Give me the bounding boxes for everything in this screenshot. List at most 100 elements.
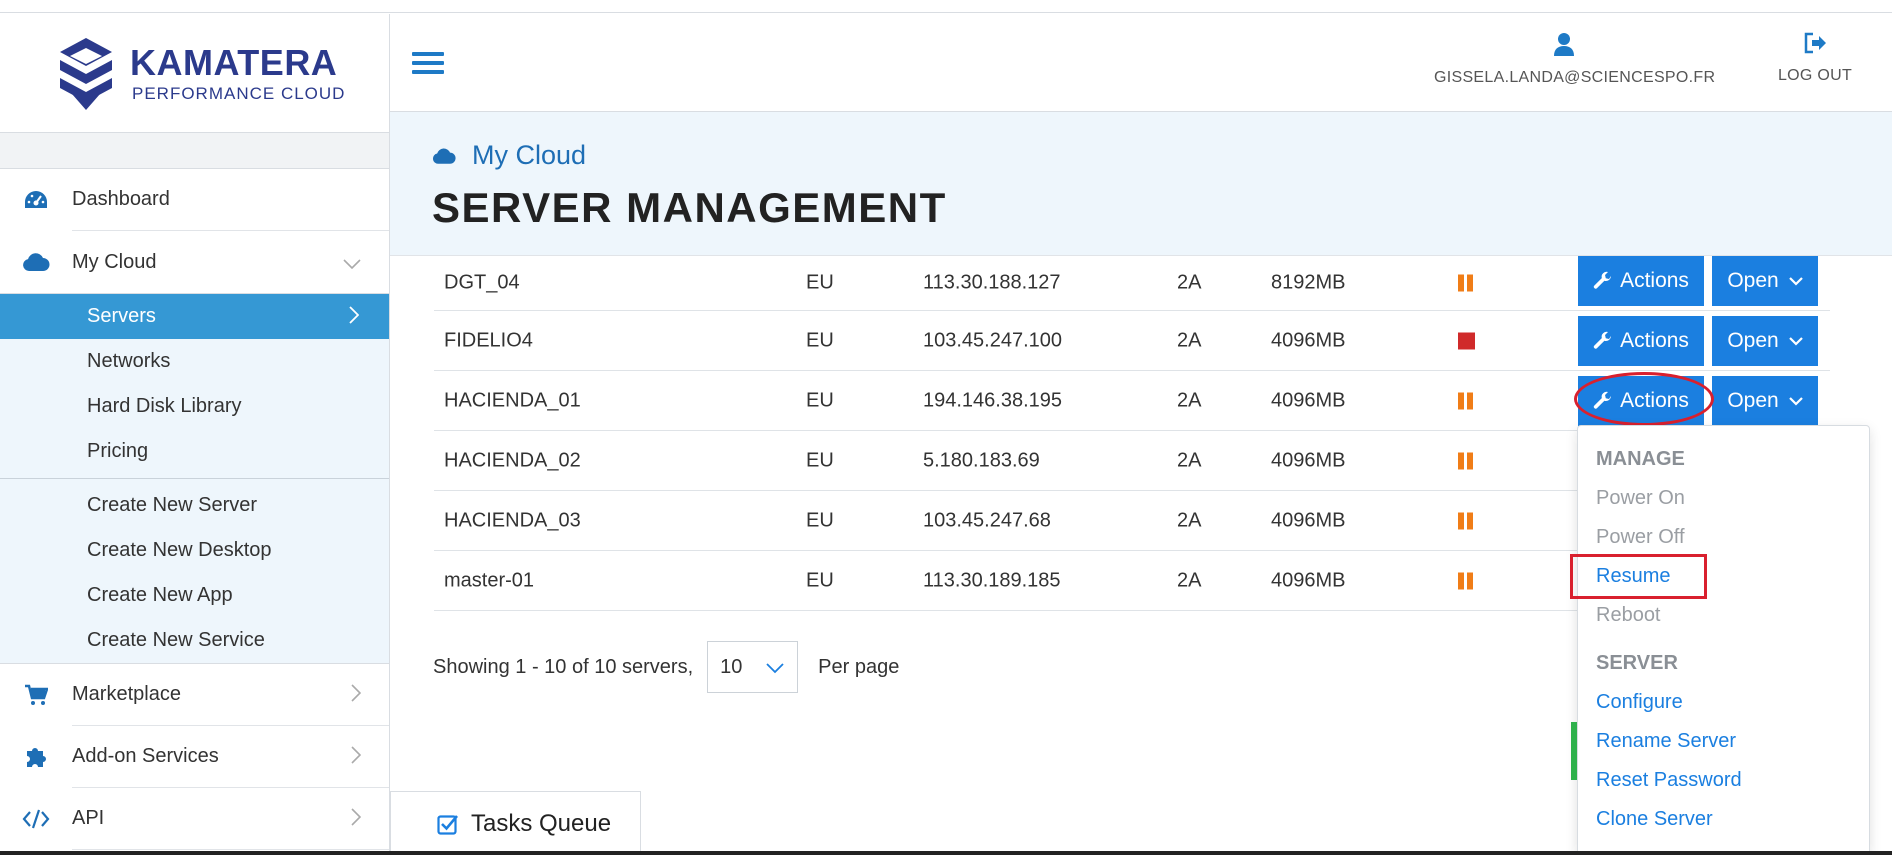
sidebar-spacer [0,133,389,169]
sidebar-item-label: Create New App [87,584,233,606]
actions-dropdown-menu: MANAGE Power On Power Off Resume Reboot … [1577,425,1870,855]
user-profile[interactable]: GISSELA.LANDA@SCIENCESPO.FR [1434,32,1716,87]
server-ram: 8192MB [1271,271,1346,294]
page-title: SERVER MANAGEMENT [432,184,947,231]
my-cloud-submenu: Servers Networks Hard Disk Library Prici… [0,293,389,664]
paused-status-icon [1458,452,1473,469]
bottom-border [0,851,1892,855]
pagination-summary: Showing 1 - 10 of 10 servers, [433,655,694,678]
paused-status-icon [1458,392,1473,409]
sidebar-item-servers[interactable]: Servers [0,294,389,339]
table-row[interactable]: DGT_04 EU 113.30.188.127 2A 8192MB Actions Ope… [434,256,1830,311]
chevron-right-icon [351,806,362,832]
sidebar-item-my-cloud[interactable]: My Cloud [23,231,389,293]
menu-item-power-off[interactable]: Power Off [1596,526,1685,549]
chevron-right-icon [351,682,362,708]
menu-section-server: SERVER [1596,652,1678,674]
top-header: GISSELA.LANDA@SCIENCESPO.FR LOG OUT [390,14,1892,112]
notification-indicator [1571,722,1577,780]
chevron-down-icon [766,663,784,674]
actions-label: Actions [1620,329,1689,352]
pagination: Showing 1 - 10 of 10 servers, 10 Per pag… [433,641,899,693]
menu-item-reboot[interactable]: Reboot [1596,604,1661,627]
cloud-icon [22,248,50,276]
chevron-right-icon [351,744,362,770]
kamatera-logo-icon [60,38,112,110]
chevron-down-icon [1788,397,1803,406]
brand-title: KAMATERA [130,42,338,83]
server-location: EU [806,271,834,294]
chevron-right-icon [349,304,360,330]
user-icon [1554,33,1574,56]
server-cpu: 2A [1177,569,1202,591]
cloud-icon [432,148,456,164]
sidebar-item-label: Add-on Services [72,745,219,767]
puzzle-icon [22,743,50,771]
sidebar-item-create-new-service[interactable]: Create New Service [0,618,389,663]
hamburger-menu-icon[interactable] [412,52,444,76]
sidebar-item-dashboard[interactable]: Dashboard [25,169,389,231]
logout-button[interactable]: LOG OUT [1760,32,1870,85]
sidebar-item-label: Create New Desktop [87,539,272,561]
sidebar-item-label: Create New Service [87,629,265,651]
menu-item-clone-server[interactable]: Clone Server [1596,808,1713,831]
open-button[interactable]: Open [1712,256,1818,306]
paused-status-icon [1458,274,1473,292]
cart-icon [22,681,50,709]
server-cpu: 2A [1177,271,1202,294]
chevron-down-icon [343,249,361,275]
table-row[interactable]: FIDELIO4 EU 103.45.247.100 2A 4096MB Actions O… [434,311,1830,371]
page: KAMATERA PERFORMANCE CLOUD Dashboard My … [0,0,1892,855]
top-border [0,0,1892,13]
actions-button[interactable]: Actions [1578,256,1704,306]
open-button[interactable]: Open [1712,316,1818,366]
dashboard-icon [22,186,50,214]
per-page-select[interactable]: 10 [707,641,799,693]
sidebar-item-marketplace[interactable]: Marketplace [25,664,389,726]
user-email: GISSELA.LANDA@SCIENCESPO.FR [1434,69,1716,86]
sidebar-item-label: My Cloud [72,250,157,273]
menu-item-power-on[interactable]: Power On [1596,487,1685,510]
server-ip: 103.45.247.100 [923,329,1063,351]
sidebar-item-networks[interactable]: Networks [0,339,389,384]
server-cpu: 2A [1177,389,1202,411]
server-ram: 4096MB [1271,329,1346,351]
chevron-down-icon [1788,337,1803,346]
open-button[interactable]: Open [1712,376,1818,426]
sidebar-item-create-new-desktop[interactable]: Create New Desktop [0,528,389,573]
sidebar-item-create-new-app[interactable]: Create New App [0,573,389,618]
sidebar-item-create-new-server[interactable]: Create New Server [0,483,389,528]
server-name: DGT_04 [444,271,520,294]
checkbox-checked-icon [437,814,458,835]
menu-item-rename-server[interactable]: Rename Server [1596,730,1736,753]
server-ram: 4096MB [1271,449,1346,471]
wrench-icon [1593,271,1612,289]
server-location: EU [806,569,834,591]
server-cpu: 2A [1177,329,1202,351]
wrench-icon [1593,331,1612,349]
brand-subtitle: PERFORMANCE CLOUD [132,84,346,103]
sidebar-item-add-on-services[interactable]: Add-on Services [27,726,389,788]
tasks-queue-tab[interactable]: Tasks Queue [390,791,641,855]
sidebar-item-hard-disk-library[interactable]: Hard Disk Library [0,384,389,429]
breadcrumb[interactable]: My Cloud [432,140,586,171]
sidebar-item-label: Hard Disk Library [87,395,242,417]
resume-highlight-annotation [1570,554,1707,599]
sidebar-item-label: Create New Server [87,494,258,516]
server-ip: 103.45.247.68 [923,509,1051,531]
menu-item-configure[interactable]: Configure [1596,691,1683,714]
menu-item-reset-password[interactable]: Reset Password [1596,769,1742,792]
server-location: EU [806,329,834,351]
server-ip: 113.30.189.185 [923,569,1061,591]
server-ram: 4096MB [1271,389,1346,411]
logo[interactable]: KAMATERA PERFORMANCE CLOUD [0,14,389,133]
sidebar-item-api[interactable]: API [22,788,389,850]
sidebar-item-label: Marketplace [72,683,181,705]
logout-label: LOG OUT [1777,67,1853,84]
server-cpu: 2A [1177,449,1202,471]
server-name: master-01 [444,569,535,591]
actions-button[interactable]: Actions [1578,316,1704,366]
sidebar-item-pricing[interactable]: Pricing [0,429,389,474]
sidebar-item-label: Dashboard [72,188,170,210]
server-ram: 4096MB [1271,509,1346,531]
